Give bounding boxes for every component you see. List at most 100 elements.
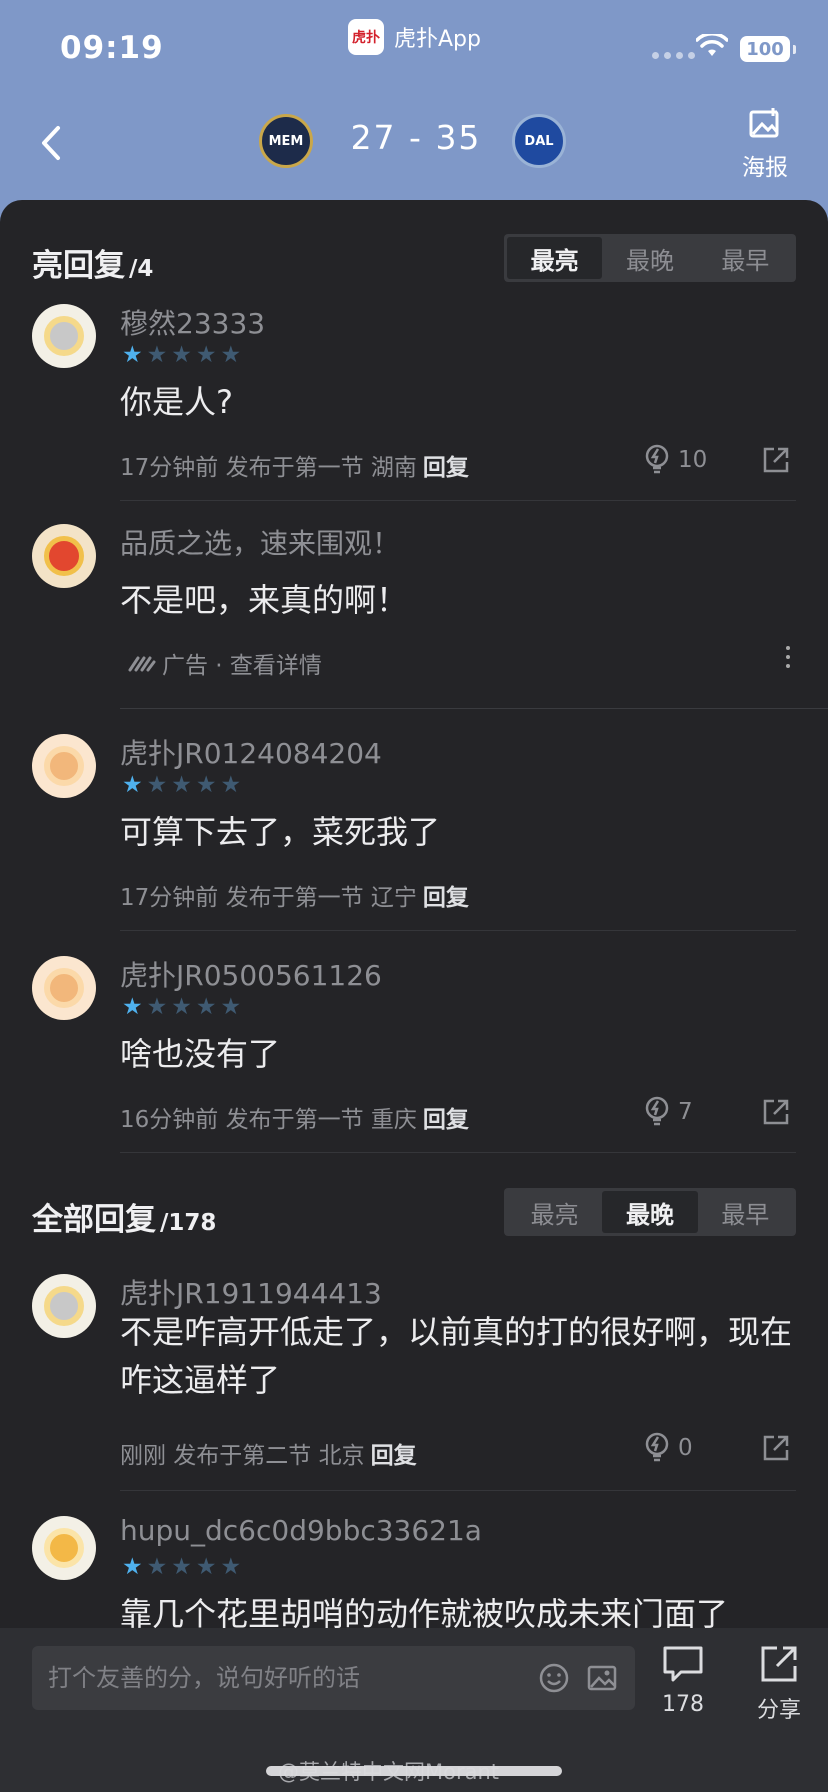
comment-input-box xyxy=(32,1646,635,1710)
comment-username[interactable]: 虎扑JR1911944413 xyxy=(120,1272,382,1312)
comment-input[interactable] xyxy=(48,1664,523,1692)
away-team-logo[interactable]: DAL xyxy=(512,114,566,168)
share-icon[interactable] xyxy=(762,1098,790,1126)
lightbulb-icon xyxy=(645,444,669,474)
light-count-value: 10 xyxy=(678,447,708,473)
comment-content: 不是咋高开低走了，以前真的打的很好啊，现在咋这逼样了 xyxy=(120,1313,793,1399)
ad-item[interactable]: 品质之选，速来围观！ 不是吧，来真的啊！ 广告 · 查看详情 xyxy=(0,522,828,722)
share-icon[interactable] xyxy=(762,446,790,474)
list-item[interactable]: 虎扑JR0500561126 ★ ★ ★ ★ ★ 啥也没有了 16分钟前 发布于第一节 … xyxy=(0,954,828,1154)
status-bar: 09:19 虎扑 虎扑App 100 xyxy=(0,0,828,96)
avatar[interactable] xyxy=(32,1274,96,1338)
list-item[interactable]: 虎扑JR0124084204 ★ ★ ★ ★ ★ 可算下去了，菜死我了 17分钟前 发布… xyxy=(0,732,828,932)
divider xyxy=(120,500,796,501)
star-icon: ★ xyxy=(146,994,168,1020)
sort-brightest[interactable]: 最亮 xyxy=(507,237,603,279)
share-icon xyxy=(761,1646,797,1682)
sort-latest[interactable]: 最晚 xyxy=(602,237,697,279)
status-time: 09:19 xyxy=(60,30,164,66)
star-icon: ★ xyxy=(122,772,143,798)
comment-username[interactable]: 穆然23333 xyxy=(120,302,265,342)
ad-brand-icon xyxy=(128,656,156,672)
ad-label[interactable]: 广告 · 查看详情 xyxy=(128,646,322,680)
reply-button[interactable]: 回复 xyxy=(423,885,469,911)
poster-button[interactable]: 海报 xyxy=(735,106,795,182)
avatar[interactable] xyxy=(32,956,96,1020)
rating-stars: ★ ★ ★ ★ ★ xyxy=(122,1556,241,1579)
star-icon: ★ xyxy=(122,1554,143,1580)
ad-avatar[interactable] xyxy=(32,524,96,588)
star-icon: ★ xyxy=(220,994,242,1020)
star-icon: ★ xyxy=(122,994,143,1020)
app-name: 虎扑App xyxy=(394,27,481,52)
divider xyxy=(120,708,828,709)
list-item[interactable]: 虎扑JR1911944413 不是咋高开低走了，以前真的打的很好啊，现在咋这逼样… xyxy=(0,1272,828,1512)
away-team-abbr: DAL xyxy=(524,133,554,149)
image-upload-icon[interactable] xyxy=(585,1661,619,1695)
back-icon[interactable] xyxy=(32,118,72,168)
light-button[interactable]: 0 xyxy=(644,1432,693,1464)
comment-username[interactable]: 虎扑JR0500561126 xyxy=(120,954,382,994)
watermark: @莫兰特中文网Morant xyxy=(278,1760,500,1784)
cellular-signal-icon xyxy=(652,52,695,59)
sort-brightest[interactable]: 最亮 xyxy=(507,1191,602,1233)
reply-button[interactable]: 回复 xyxy=(423,1107,469,1133)
avatar[interactable] xyxy=(32,734,96,798)
hupu-logo-icon: 虎扑 xyxy=(348,19,384,55)
star-icon: ★ xyxy=(195,342,217,368)
star-icon: ★ xyxy=(146,1554,168,1580)
game-score: 27 - 35 xyxy=(350,118,482,157)
comment-username[interactable]: 虎扑JR0124084204 xyxy=(120,732,382,772)
hot-replies-count: /4 xyxy=(129,256,154,282)
rating-stars: ★ ★ ★ ★ ★ xyxy=(122,344,241,367)
star-icon: ★ xyxy=(195,1554,217,1580)
reply-button[interactable]: 回复 xyxy=(371,1443,417,1469)
divider xyxy=(120,930,796,931)
comment-icon xyxy=(663,1646,703,1682)
all-replies-header: 全部回复/178 最亮 最晚 最早 xyxy=(0,1178,828,1248)
ad-content[interactable]: 不是吧，来真的啊！ xyxy=(120,576,800,624)
light-button[interactable]: 10 xyxy=(644,444,707,476)
sort-earliest[interactable]: 最早 xyxy=(698,237,793,279)
avatar[interactable] xyxy=(32,304,96,368)
all-replies-count: /178 xyxy=(160,1210,217,1236)
all-replies-title: 全部回复/178 xyxy=(32,1194,216,1239)
sort-earliest[interactable]: 最早 xyxy=(698,1191,793,1233)
comment-meta: 17分钟前 发布于第一节 辽宁 回复 xyxy=(120,878,469,912)
game-header: MEM 27 - 35 DAL 海报 xyxy=(0,96,828,200)
home-team-abbr: MEM xyxy=(268,133,304,149)
star-icon: ★ xyxy=(171,1554,192,1580)
more-options-icon[interactable] xyxy=(786,646,792,673)
ad-label-text: 广告 · 查看详情 xyxy=(162,653,322,679)
comment-meta-text: 16分钟前 发布于第一节 重庆 xyxy=(120,1107,417,1133)
avatar[interactable] xyxy=(32,1516,96,1580)
comment-content: 你是人? xyxy=(120,383,233,421)
hot-replies-title: 亮回复/4 xyxy=(32,240,153,285)
home-team-logo[interactable]: MEM xyxy=(259,114,313,168)
star-icon: ★ xyxy=(195,772,217,798)
reply-button[interactable]: 回复 xyxy=(423,455,469,481)
ad-title[interactable]: 品质之选，速来围观！ xyxy=(120,522,400,562)
sort-latest[interactable]: 最晚 xyxy=(602,1191,698,1233)
light-count-value: 7 xyxy=(678,1099,693,1125)
share-icon[interactable] xyxy=(762,1434,790,1462)
all-replies-title-text: 全部回复 xyxy=(32,1202,156,1238)
comments-button[interactable]: 178 xyxy=(648,1644,718,1717)
star-icon: ★ xyxy=(171,994,192,1020)
star-icon: ★ xyxy=(146,772,168,798)
star-icon: ★ xyxy=(146,342,168,368)
share-button[interactable]: 分享 xyxy=(744,1644,814,1724)
hot-replies-title-text: 亮回复 xyxy=(32,248,125,284)
app-logo-text: 虎扑 xyxy=(352,30,380,46)
emoji-icon[interactable] xyxy=(537,1661,571,1695)
comment-meta-text: 17分钟前 发布于第一节 辽宁 xyxy=(120,885,417,911)
star-icon: ★ xyxy=(220,1554,242,1580)
comment-meta: 刚刚 发布于第二节 北京 回复 xyxy=(120,1436,417,1470)
star-icon: ★ xyxy=(220,342,242,368)
light-button[interactable]: 7 xyxy=(644,1096,693,1128)
comment-meta-text: 刚刚 发布于第二节 北京 xyxy=(120,1443,365,1469)
comment-meta-text: 17分钟前 发布于第一节 湖南 xyxy=(120,455,417,481)
wifi-icon xyxy=(696,34,728,56)
comment-username[interactable]: hupu_dc6c0d9bbc33621a xyxy=(120,1514,482,1547)
poster-label: 海报 xyxy=(742,155,788,181)
